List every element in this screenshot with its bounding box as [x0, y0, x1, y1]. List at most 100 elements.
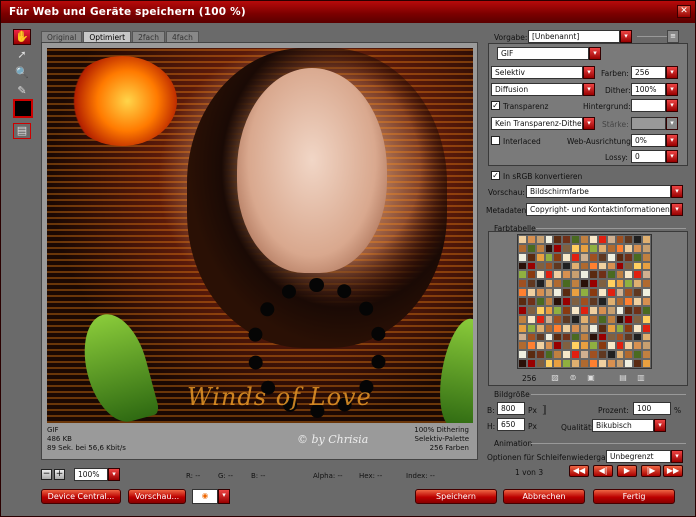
color-swatch[interactable]	[615, 252, 625, 262]
color-swatch[interactable]	[615, 288, 625, 298]
next-frame-icon[interactable]: |▶	[641, 465, 661, 477]
color-swatch[interactable]	[544, 279, 554, 289]
color-swatch[interactable]	[518, 323, 527, 333]
color-swatch[interactable]	[535, 297, 545, 306]
matte-dropdown-icon[interactable]: ▾	[666, 99, 678, 112]
color-swatch[interactable]	[553, 252, 563, 262]
color-swatch[interactable]	[544, 323, 554, 333]
color-swatch[interactable]	[562, 359, 572, 368]
color-swatch[interactable]	[518, 297, 527, 306]
color-swatch[interactable]	[518, 235, 527, 244]
color-swatch[interactable]	[588, 323, 598, 333]
transparency-dither-select[interactable]: Kein Transparenz-Dither	[491, 117, 583, 130]
color-swatch[interactable]	[571, 314, 581, 324]
color-swatch[interactable]	[597, 314, 607, 324]
color-swatch[interactable]	[606, 235, 616, 244]
color-swatch[interactable]	[518, 332, 527, 342]
color-swatch[interactable]	[597, 235, 607, 244]
preview-button[interactable]: Vorschau...	[128, 489, 186, 504]
color-swatch[interactable]	[597, 261, 607, 271]
color-swatch[interactable]	[597, 359, 607, 368]
srgb-checkbox[interactable]: ✓	[491, 171, 500, 180]
color-swatch[interactable]	[588, 297, 598, 306]
metadata-select[interactable]: Copyright- und Kontaktinformationen	[526, 203, 671, 216]
color-swatch[interactable]	[562, 270, 572, 280]
color-swatch[interactable]	[544, 288, 554, 298]
color-swatch[interactable]	[606, 323, 616, 333]
color-swatch[interactable]	[633, 279, 643, 289]
color-swatch[interactable]	[580, 341, 589, 351]
preview-mode-select[interactable]: Bildschirmfarbe	[526, 185, 671, 198]
color-swatch[interactable]	[624, 279, 634, 289]
color-swatch[interactable]	[571, 270, 581, 280]
color-swatch[interactable]	[571, 323, 581, 333]
color-swatch[interactable]	[518, 314, 527, 324]
color-swatch[interactable]	[553, 243, 563, 253]
color-swatch[interactable]	[580, 243, 589, 253]
color-swatch[interactable]	[633, 323, 643, 333]
color-swatch[interactable]	[588, 314, 598, 324]
color-swatch[interactable]	[571, 305, 581, 315]
height-field[interactable]: 650	[497, 418, 525, 431]
color-swatch[interactable]	[624, 359, 634, 368]
color-swatch[interactable]	[571, 332, 581, 342]
color-swatch[interactable]	[597, 332, 607, 342]
color-swatch[interactable]	[535, 359, 545, 368]
color-swatch[interactable]	[633, 359, 643, 368]
color-swatch[interactable]	[580, 288, 589, 298]
color-swatch[interactable]	[571, 350, 581, 360]
lossy-dropdown-icon[interactable]: ▾	[666, 150, 678, 163]
quality-dropdown-icon[interactable]: ▾	[654, 419, 666, 432]
color-swatch[interactable]	[615, 305, 625, 315]
color-swatch[interactable]	[518, 305, 527, 315]
color-swatch[interactable]	[571, 243, 581, 253]
lock-color-icon[interactable]: ▣	[585, 373, 597, 383]
color-swatch[interactable]	[597, 297, 607, 306]
color-table-grid[interactable]	[517, 234, 652, 369]
color-swatch[interactable]	[535, 243, 545, 253]
color-swatch[interactable]	[642, 341, 651, 351]
transparency-dither-dropdown-icon[interactable]: ▾	[583, 117, 595, 130]
color-swatch[interactable]	[633, 314, 643, 324]
color-swatch[interactable]	[553, 323, 563, 333]
color-swatch[interactable]	[615, 350, 625, 360]
color-swatch[interactable]	[642, 305, 651, 315]
color-swatch[interactable]	[535, 350, 545, 360]
color-swatch[interactable]	[571, 235, 581, 244]
loop-options-dropdown-icon[interactable]: ▾	[671, 450, 683, 463]
color-swatch[interactable]	[526, 305, 536, 315]
web-shift-icon[interactable]: ⊚	[567, 373, 579, 383]
color-swatch[interactable]	[633, 332, 643, 342]
color-swatch[interactable]	[597, 279, 607, 289]
color-swatch[interactable]	[535, 341, 545, 351]
color-swatch[interactable]	[615, 243, 625, 253]
color-swatch[interactable]	[588, 279, 598, 289]
color-swatch[interactable]	[553, 270, 563, 280]
color-swatch[interactable]	[615, 261, 625, 271]
quality-select[interactable]: Bikubisch	[592, 419, 654, 432]
strength-dropdown-icon[interactable]: ▾	[666, 117, 678, 130]
width-field[interactable]: 800	[497, 402, 525, 415]
delete-color-icon[interactable]: ▥	[635, 373, 647, 383]
dither-field[interactable]: 100%	[631, 83, 666, 96]
color-swatch[interactable]	[526, 297, 536, 306]
slice-select-tool-icon[interactable]: ➚	[13, 47, 31, 63]
color-swatch[interactable]	[553, 314, 563, 324]
color-swatch[interactable]	[642, 323, 651, 333]
matte-field[interactable]	[631, 99, 666, 112]
color-swatch[interactable]	[562, 235, 572, 244]
color-swatch[interactable]	[571, 297, 581, 306]
lossy-field[interactable]: 0	[631, 150, 666, 163]
color-swatch[interactable]	[606, 305, 616, 315]
color-swatch[interactable]	[615, 297, 625, 306]
optimize-menu-icon[interactable]: ≡	[667, 30, 679, 43]
color-swatch[interactable]	[544, 341, 554, 351]
color-swatch[interactable]	[624, 270, 634, 280]
color-swatch[interactable]	[535, 279, 545, 289]
color-swatch[interactable]	[580, 252, 589, 262]
color-swatch[interactable]	[642, 350, 651, 360]
color-swatch[interactable]	[642, 288, 651, 298]
color-swatch[interactable]	[588, 270, 598, 280]
color-swatch[interactable]	[615, 279, 625, 289]
color-swatch[interactable]	[562, 297, 572, 306]
